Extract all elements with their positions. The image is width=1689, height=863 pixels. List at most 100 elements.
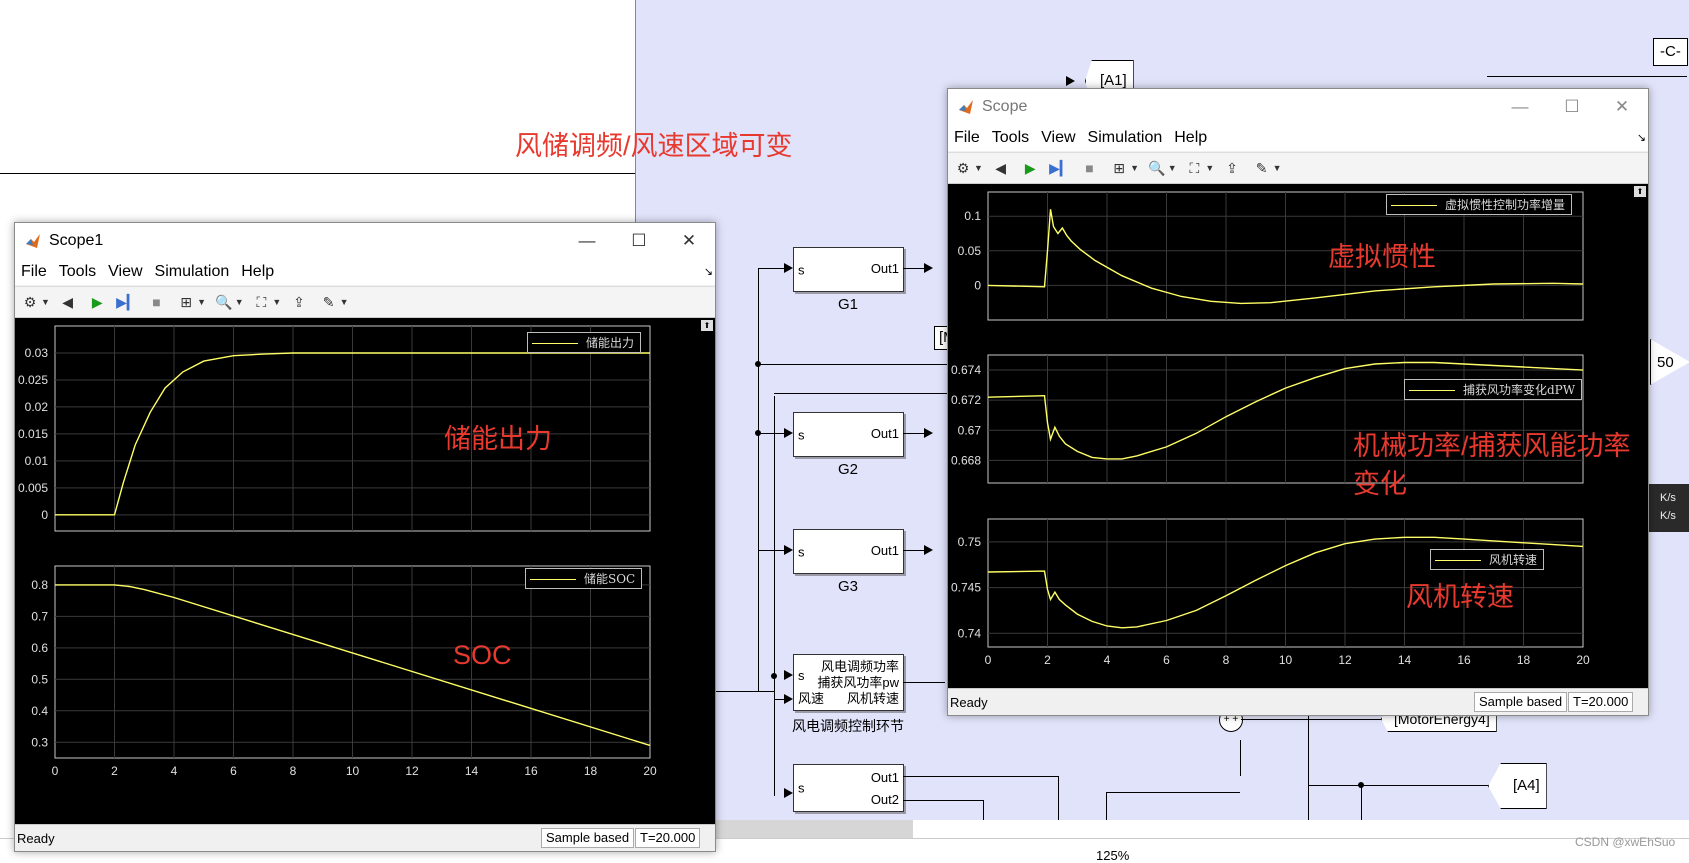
status-sample-based: Sample based — [1474, 692, 1568, 712]
settings-icon[interactable]: ⚙ — [19, 291, 41, 313]
zoom-icon[interactable]: 🔍 — [1146, 157, 1168, 179]
dock-arrow-icon[interactable]: ↘ — [1637, 131, 1646, 144]
x-tick-label: 20 — [1576, 653, 1590, 667]
signal-line — [758, 364, 949, 365]
port-out-captured-power: 捕获风功率pw — [817, 675, 899, 690]
block-label-control: 风电调频控制环节 — [792, 718, 904, 734]
y-tick-label: 0.672 — [951, 393, 981, 407]
scope-titlebar[interactable]: Scope — ☐ ✕ — [948, 89, 1648, 125]
minimize-button[interactable]: — — [1500, 95, 1540, 119]
style-edit-icon[interactable]: ✎ — [1251, 157, 1273, 179]
scope1-toolbar: ⚙ ▼ ◀ ▶ ▶▎ ■ ⊞ ▼ 🔍 ▼ ⛶ ▼ ⇪ ✎ ▼ — [15, 286, 715, 318]
step-forward-icon[interactable]: ▶▎ — [116, 291, 138, 313]
signal-line — [1487, 76, 1687, 77]
dropdown-arrow-icon[interactable]: ▼ — [41, 291, 50, 313]
scope-toolbar: ⚙ ▼ ◀ ▶ ▶▎ ■ ⊞ ▼ 🔍 ▼ ⛶ ▼ ⇪ ✎ ▼ — [948, 152, 1648, 184]
status-ready: Ready — [950, 695, 988, 710]
run-icon[interactable]: ▶ — [86, 291, 108, 313]
menu-tools[interactable]: Tools — [986, 125, 1035, 151]
x-tick-label: 2 — [1044, 653, 1051, 667]
autoscale-icon[interactable]: ⛶ — [1183, 157, 1205, 179]
scope-plot-area: ⬆ 0 0.05 0.1 0.668 0.67 0.672 0.674 0.74 0.745… — [948, 184, 1648, 688]
menu-view[interactable]: View — [102, 259, 148, 285]
canvas-scrollbar[interactable] — [713, 820, 913, 838]
stop-icon[interactable]: ■ — [1079, 157, 1101, 179]
menu-help[interactable]: Help — [1168, 125, 1213, 151]
highlight-icon[interactable]: ⊞ — [175, 291, 197, 313]
menu-simulation[interactable]: Simulation — [1082, 125, 1169, 151]
port-in: s — [798, 544, 805, 559]
chart-legend[interactable]: 风机转速 — [1430, 549, 1545, 570]
scope1-titlebar[interactable]: Scope1 — ☐ ✕ — [15, 223, 715, 259]
menu-view[interactable]: View — [1035, 125, 1081, 151]
dropdown-arrow-icon[interactable]: ▼ — [1273, 157, 1282, 179]
port-in: s — [798, 668, 805, 683]
constant-block[interactable]: -C- — [1653, 38, 1688, 66]
dock-arrow-icon[interactable]: ↘ — [704, 265, 713, 278]
y-tick-label: 0.74 — [958, 626, 982, 640]
y-tick-label: 0.05 — [958, 244, 982, 258]
style-edit-icon[interactable]: ✎ — [318, 291, 340, 313]
step-back-icon[interactable]: ◀ — [990, 157, 1012, 179]
subsystem-bottom[interactable]: s Out1 Out2 — [793, 764, 904, 812]
annotation-mechanical-power: 机械功率/捕获风能功率 — [1353, 431, 1631, 461]
trigger-icon[interactable]: ⇪ — [1221, 157, 1243, 179]
dropdown-arrow-icon[interactable]: ▼ — [272, 291, 281, 313]
chart-legend[interactable]: 捕获风功率变化dPW — [1404, 379, 1583, 400]
close-button[interactable]: ✕ — [1602, 95, 1642, 119]
scope1-window[interactable]: Scope1 — ☐ ✕ File Tools View Simulation Help… — [14, 222, 716, 852]
subsystem-g2[interactable]: s Out1 — [793, 412, 904, 457]
subsystem-g3[interactable]: s Out1 — [793, 529, 904, 574]
dropdown-arrow-icon[interactable]: ▼ — [235, 291, 244, 313]
settings-icon[interactable]: ⚙ — [952, 157, 974, 179]
window-title: Scope1 — [49, 232, 104, 249]
signal-line — [1106, 792, 1240, 793]
zoom-icon[interactable]: 🔍 — [213, 291, 235, 313]
signal-arrow — [784, 670, 793, 680]
dropdown-arrow-icon[interactable]: ▼ — [340, 291, 349, 313]
minimize-button[interactable]: — — [567, 229, 607, 253]
highlight-icon[interactable]: ⊞ — [1108, 157, 1130, 179]
status-time: T=20.000 — [1568, 692, 1634, 712]
close-button[interactable]: ✕ — [669, 229, 709, 253]
annotation-virtual-inertia: 虚拟惯性 — [1328, 242, 1436, 272]
signal-line — [758, 268, 759, 691]
annotation-change: 变化 — [1353, 469, 1407, 499]
port-out-rotor-speed: 风机转速 — [846, 691, 899, 706]
menu-file[interactable]: File — [948, 125, 986, 151]
trigger-icon[interactable]: ⇪ — [288, 291, 310, 313]
canvas-divider — [0, 173, 635, 174]
step-forward-icon[interactable]: ▶▎ — [1049, 157, 1071, 179]
chart-legend[interactable]: 储能出力 — [527, 332, 642, 353]
menu-help[interactable]: Help — [235, 259, 280, 285]
subsystem-g1[interactable]: s Out1 — [793, 247, 904, 292]
maximize-button[interactable]: ☐ — [619, 229, 659, 253]
signal-arrow — [924, 428, 933, 438]
port-out-freq-power: 风电调频功率 — [820, 659, 899, 674]
dropdown-arrow-icon[interactable]: ▼ — [1168, 157, 1177, 179]
dropdown-arrow-icon[interactable]: ▼ — [1130, 157, 1139, 179]
signal-line — [774, 396, 775, 796]
x-tick-label: 0 — [985, 653, 992, 667]
block-label-g3: G3 — [837, 578, 858, 595]
maximize-button[interactable]: ☐ — [1552, 95, 1592, 119]
run-icon[interactable]: ▶ — [1019, 157, 1041, 179]
signal-line — [903, 682, 945, 683]
wind-frequency-control-block[interactable]: s 风速 风电调频功率 捕获风功率pw 风机转速 — [793, 654, 904, 711]
menu-file[interactable]: File — [15, 259, 53, 285]
menu-tools[interactable]: Tools — [53, 259, 102, 285]
scope-window[interactable]: Scope — ☐ ✕ File Tools View Simulation Help … — [947, 88, 1649, 716]
x-tick-label: 0 — [52, 764, 59, 778]
chart-rotor-speed: 0.74 0.745 0.75 0 2 4 6 8 10 12 14 16 18 20 — [951, 518, 1590, 667]
chart-legend[interactable]: 虚拟惯性控制功率增量 — [1386, 194, 1573, 215]
autoscale-icon[interactable]: ⛶ — [250, 291, 272, 313]
dropdown-arrow-icon[interactable]: ▼ — [974, 157, 983, 179]
dropdown-arrow-icon[interactable]: ▼ — [197, 291, 206, 313]
chart-legend[interactable]: 储能SOC — [525, 568, 643, 589]
step-back-icon[interactable]: ◀ — [57, 291, 79, 313]
menu-simulation[interactable]: Simulation — [149, 259, 236, 285]
dropdown-arrow-icon[interactable]: ▼ — [1205, 157, 1214, 179]
port-in-wind-speed: 风速 — [798, 691, 825, 706]
stop-icon[interactable]: ■ — [146, 291, 168, 313]
y-tick-label: 0.75 — [958, 535, 982, 549]
